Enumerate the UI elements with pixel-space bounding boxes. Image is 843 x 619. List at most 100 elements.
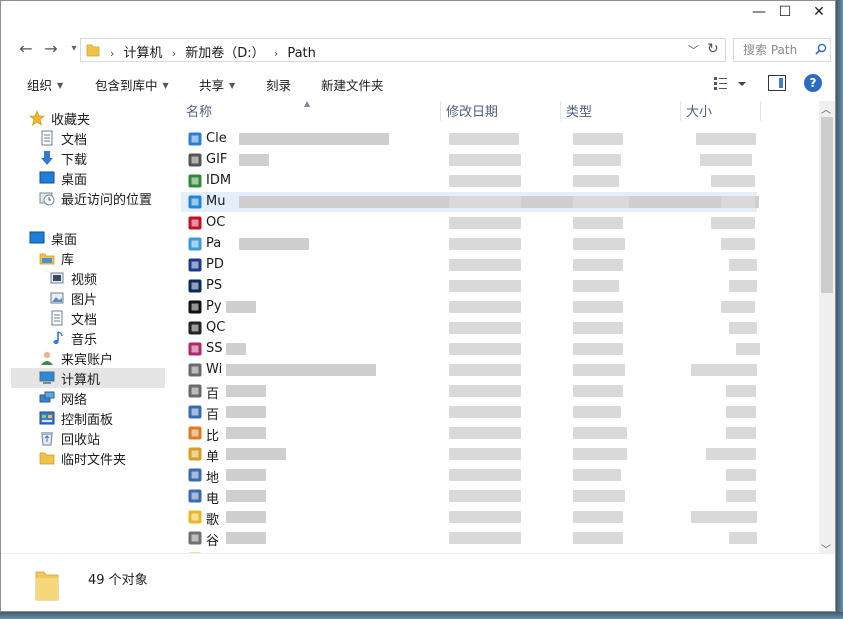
- sidebar-item-libraries[interactable]: 库: [39, 248, 74, 268]
- file-row[interactable]: SS: [181, 339, 760, 359]
- file-row[interactable]: 单: [181, 444, 757, 465]
- sidebar-item-music[interactable]: 音乐: [49, 328, 97, 348]
- close-button[interactable]: ✕: [805, 1, 833, 23]
- preview-pane-button[interactable]: [768, 75, 786, 91]
- file-name: Pa: [206, 236, 222, 251]
- file-list: 名称 ▲ 修改日期 类型 大小 Cle GIF IDM Mu OC Pa PD PS Py QC S…: [177, 101, 817, 553]
- search-input[interactable]: [743, 40, 823, 60]
- window-shadow: [836, 0, 843, 619]
- file-row[interactable]: GIF: [181, 150, 757, 170]
- folder-icon: [35, 571, 59, 601]
- file-row[interactable]: Wi: [181, 360, 757, 380]
- new-folder-button[interactable]: 新建文件夹: [321, 75, 384, 94]
- redacted-date: [449, 469, 521, 481]
- file-row[interactable]: OC: [181, 213, 757, 233]
- address-dropdown-button[interactable]: ﹀: [688, 42, 699, 58]
- include-in-library-menu[interactable]: 包含到库中 ▼: [95, 75, 169, 94]
- breadcrumb-path[interactable]: Path: [287, 46, 316, 61]
- redacted-type: [573, 385, 623, 397]
- sidebar-item-label: 图片: [71, 292, 98, 308]
- column-header-name[interactable]: 名称: [186, 101, 212, 121]
- redacted-type: [573, 343, 623, 355]
- title-bar: — ☐ ✕: [1, 1, 835, 31]
- column-divider[interactable]: [560, 101, 561, 121]
- file-row[interactable]: IDM: [181, 171, 757, 191]
- file-name: 歌: [206, 513, 220, 528]
- file-row[interactable]: QC: [181, 318, 757, 338]
- column-divider[interactable]: [760, 101, 761, 121]
- redacted-type: [573, 511, 623, 523]
- file-row[interactable]: Cle: [181, 129, 757, 149]
- redacted-name: [226, 406, 266, 418]
- scroll-up-icon[interactable]: ︿: [821, 101, 831, 116]
- sidebar-item-control-panel[interactable]: 控制面板: [39, 408, 113, 428]
- redacted-type: [573, 322, 623, 334]
- file-name: PS: [206, 278, 223, 293]
- file-row[interactable]: 比: [181, 423, 757, 444]
- column-header-type[interactable]: 类型: [566, 101, 592, 121]
- scroll-thumb[interactable]: [821, 117, 833, 293]
- forward-button[interactable]: →: [41, 39, 61, 59]
- breadcrumb: › 计算机 › 新加卷（D:） › Path: [105, 42, 316, 61]
- sidebar-item-label: 桌面: [61, 172, 88, 188]
- file-row[interactable]: PS: [181, 276, 757, 296]
- file-row[interactable]: 谷: [181, 528, 757, 549]
- file-row[interactable]: Py: [181, 297, 757, 317]
- file-row[interactable]: PD: [181, 255, 757, 275]
- sidebar-item-computer[interactable]: 计算机: [11, 368, 165, 388]
- redacted-date: [449, 154, 521, 166]
- help-icon[interactable]: ?: [804, 74, 822, 92]
- maximize-button[interactable]: ☐: [771, 1, 799, 23]
- sidebar-item-videos[interactable]: 视频: [49, 268, 97, 288]
- sidebar-item-pictures[interactable]: 图片: [49, 288, 97, 308]
- sidebar-item-label: 临时文件夹: [61, 452, 127, 468]
- file-row[interactable]: 电: [181, 486, 757, 507]
- redacted-date: [449, 343, 521, 355]
- red-app-icon: [188, 216, 202, 230]
- file-row[interactable]: 歌: [181, 507, 757, 528]
- sidebar-item-label: 来宾账户: [61, 352, 114, 368]
- redacted-name: [239, 154, 269, 166]
- sidebar-item-desktop-fav[interactable]: 桌面: [39, 168, 87, 188]
- address-bar[interactable]: › 计算机 › 新加卷（D:） › Path ﹀ ↻: [80, 38, 726, 62]
- burn-button[interactable]: 刻录: [266, 75, 291, 94]
- organize-menu[interactable]: 组织 ▼: [27, 75, 63, 94]
- redacted-size: [700, 154, 752, 166]
- redacted-type: [573, 133, 623, 145]
- sidebar-item-favorites[interactable]: 收藏夹: [29, 108, 90, 128]
- sidebar-item-temp-folder[interactable]: 临时文件夹: [39, 448, 126, 468]
- yellow-app-icon: [188, 510, 202, 524]
- refresh-button[interactable]: ↻: [707, 41, 719, 57]
- sidebar-item-downloads[interactable]: 下载: [39, 148, 87, 168]
- column-divider[interactable]: [680, 101, 681, 121]
- file-row[interactable]: Mu: [181, 192, 759, 212]
- back-button[interactable]: ←: [16, 39, 36, 59]
- redacted-size: [726, 490, 756, 502]
- sidebar-item-desktop[interactable]: 桌面: [29, 228, 77, 248]
- change-view-button[interactable]: [713, 75, 747, 93]
- column-header-size[interactable]: 大小: [686, 101, 712, 121]
- sidebar-item-network[interactable]: 网络: [39, 388, 87, 408]
- file-row[interactable]: Pa: [181, 234, 757, 254]
- sidebar-item-documents[interactable]: 文档: [39, 128, 87, 148]
- redacted-size: [721, 301, 755, 313]
- share-menu[interactable]: 共享 ▼: [199, 75, 235, 94]
- minimize-button[interactable]: —: [745, 1, 773, 23]
- sidebar-item-guest[interactable]: 来宾账户: [39, 348, 113, 368]
- window-app-icon: [188, 489, 202, 503]
- search-icon[interactable]: [815, 43, 827, 55]
- file-row[interactable]: 百: [181, 381, 757, 402]
- sidebar-item-recent[interactable]: 最近访问的位置: [39, 188, 152, 208]
- breadcrumb-drive[interactable]: 新加卷（D:）: [185, 46, 264, 61]
- sidebar-item-recycle-bin[interactable]: 回收站: [39, 428, 100, 448]
- column-header-date[interactable]: 修改日期: [446, 101, 498, 121]
- item-count: 49 个对象: [88, 573, 148, 588]
- vertical-scrollbar[interactable]: ︿ ﹀: [819, 101, 835, 556]
- window-shadow: [0, 612, 843, 619]
- breadcrumb-computer[interactable]: 计算机: [124, 46, 163, 61]
- sidebar-item-lib-documents[interactable]: 文档: [49, 308, 97, 328]
- file-row[interactable]: 百: [181, 402, 757, 423]
- file-row[interactable]: 地: [181, 465, 757, 486]
- column-divider[interactable]: [440, 101, 441, 121]
- redacted-date: [449, 238, 521, 250]
